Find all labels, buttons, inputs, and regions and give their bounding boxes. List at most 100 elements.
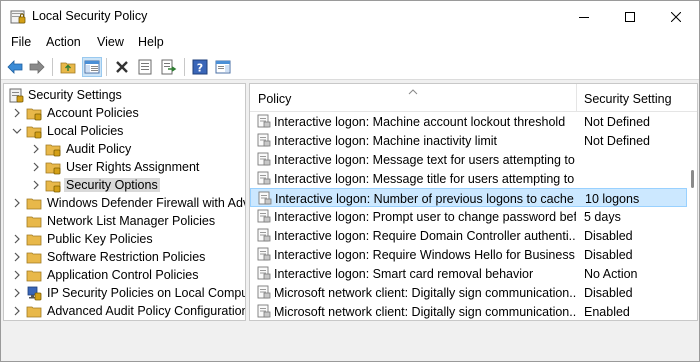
column-header-label: Security Setting [584,92,672,106]
tree-item-application-control-policies[interactable]: Application Control Policies [4,266,245,284]
delete-icon [116,61,128,73]
tree-item-local-policies[interactable]: Local Policies [4,122,245,140]
close-icon [671,11,681,22]
policy-setting-icon [257,304,271,318]
up-one-level-button[interactable] [58,57,78,77]
vertical-scrollbar[interactable] [687,112,697,320]
policy-row[interactable]: Interactive logon: Message text for user… [250,150,687,169]
tree-item-software-restriction-policies[interactable]: Software Restriction Policies [4,248,245,266]
policy-row[interactable]: Interactive logon: Machine account locko… [250,112,687,131]
sort-ascending-icon [408,84,418,95]
export-list-button[interactable] [159,57,179,77]
up-folder-icon [60,62,76,74]
policy-name: Microsoft network client: Digitally sign… [274,305,576,319]
help-button[interactable]: ? [190,57,210,77]
policy-row[interactable]: Microsoft network client: Digitally sign… [250,302,687,320]
tree-label: Audit Policy [66,142,132,156]
policy-row[interactable]: Microsoft network client: Digitally sign… [250,283,687,302]
security-settings-icon [8,87,24,103]
policy-setting-value: Disabled [584,248,633,262]
policy-name: Interactive logon: Require Windows Hello… [274,248,576,262]
tree-label: Public Key Policies [47,232,153,246]
tree-label: Security Options [64,178,160,192]
policy-setting-icon [257,152,271,166]
chevron-down-icon[interactable] [11,125,22,137]
scrollbar-thumb[interactable] [691,170,694,188]
window-title: Local Security Policy [32,9,148,23]
chevron-right-icon[interactable] [12,251,22,263]
tree-label: Advanced Audit Policy Configuration [47,304,246,318]
policy-row[interactable]: Interactive logon: Smart card removal be… [250,264,687,283]
folder-icon [26,195,42,211]
policy-row[interactable]: Interactive logon: Require Domain Contro… [250,226,687,245]
policy-setting-value: No Action [584,267,638,281]
console-tree[interactable]: Security Settings Account Policies Local… [3,83,246,321]
tree-label: Account Policies [47,106,139,120]
folder-lock-icon [26,123,42,139]
chevron-right-icon[interactable] [12,269,22,281]
tree-item-security-settings[interactable]: Security Settings [4,86,245,104]
menu-view[interactable]: View [97,35,124,49]
properties-button[interactable] [135,57,155,77]
list-header: Policy Security Setting [250,84,697,112]
tree-item-public-key-policies[interactable]: Public Key Policies [4,230,245,248]
show-hide-console-tree-icon [84,60,100,74]
chevron-right-icon[interactable] [31,143,41,155]
policy-row[interactable]: Interactive logon: Prompt user to change… [250,207,687,226]
back-arrow-icon [7,60,23,74]
delete-button[interactable] [112,57,132,77]
action-pane-icon [215,60,231,74]
policy-setting-icon [257,209,271,223]
policy-name: Interactive logon: Require Domain Contro… [274,229,576,243]
policy-name: Interactive logon: Prompt user to change… [274,210,576,224]
svg-text:?: ? [197,62,203,75]
tree-item-ip-security-policies[interactable]: IP Security Policies on Local Compute [4,284,245,302]
tree-item-security-options[interactable]: Security Options [4,176,245,194]
chevron-right-icon[interactable] [12,305,22,317]
properties-icon [138,59,152,75]
chevron-right-icon[interactable] [31,179,41,191]
policy-setting-value: Not Defined [584,115,651,129]
action-pane-button[interactable] [213,57,233,77]
folder-lock-icon [45,141,61,157]
help-icon: ? [192,59,208,75]
tree-label: Network List Manager Policies [47,214,216,228]
back-button[interactable] [5,57,25,77]
ip-security-icon [26,285,42,301]
menu-file[interactable]: File [11,35,31,49]
maximize-button[interactable] [607,1,653,32]
security-policy-app-icon[interactable] [10,9,26,25]
chevron-right-icon[interactable] [31,161,41,173]
policy-setting-icon [257,133,271,147]
menu-help[interactable]: Help [138,35,164,49]
policy-row[interactable]: Interactive logon: Require Windows Hello… [250,245,687,264]
toolbar-separator [106,58,107,76]
show-hide-console-tree-button[interactable] [82,57,102,77]
chevron-right-icon[interactable] [12,197,22,209]
column-header-policy[interactable]: Policy [250,84,577,112]
tree-item-advanced-audit-policy[interactable]: Advanced Audit Policy Configuration [4,302,246,320]
policy-list[interactable]: Policy Security Setting Interactive logo… [249,83,698,321]
policy-row[interactable]: Interactive logon: Message title for use… [250,169,687,188]
minimize-button[interactable] [561,1,607,32]
forward-button[interactable] [27,57,47,77]
folder-icon [26,249,42,265]
chevron-right-icon[interactable] [12,287,22,299]
tree-item-audit-policy[interactable]: Audit Policy [4,140,245,158]
close-button[interactable] [653,1,699,32]
chevron-right-icon[interactable] [12,233,22,245]
column-header-security-setting[interactable]: Security Setting [577,84,687,112]
app-window: Local Security Policy File Action View H… [0,0,700,362]
folder-lock-icon [45,159,61,175]
policy-name: Interactive logon: Smart card removal be… [274,267,534,281]
menu-action[interactable]: Action [46,35,81,49]
tree-item-network-list-manager-policies[interactable]: Network List Manager Policies [4,212,245,230]
tree-item-account-policies[interactable]: Account Policies [4,104,245,122]
tree-item-user-rights-assignment[interactable]: User Rights Assignment [4,158,245,176]
policy-row[interactable]: Interactive logon: Machine inactivity li… [250,131,687,150]
title-bar[interactable]: Local Security Policy [1,1,699,32]
chevron-right-icon[interactable] [12,107,22,119]
policy-row[interactable]: Interactive logon: Number of previous lo… [250,188,687,207]
toolbar-separator [52,58,53,76]
tree-item-windows-defender-firewall[interactable]: Windows Defender Firewall with Adva [4,194,245,212]
